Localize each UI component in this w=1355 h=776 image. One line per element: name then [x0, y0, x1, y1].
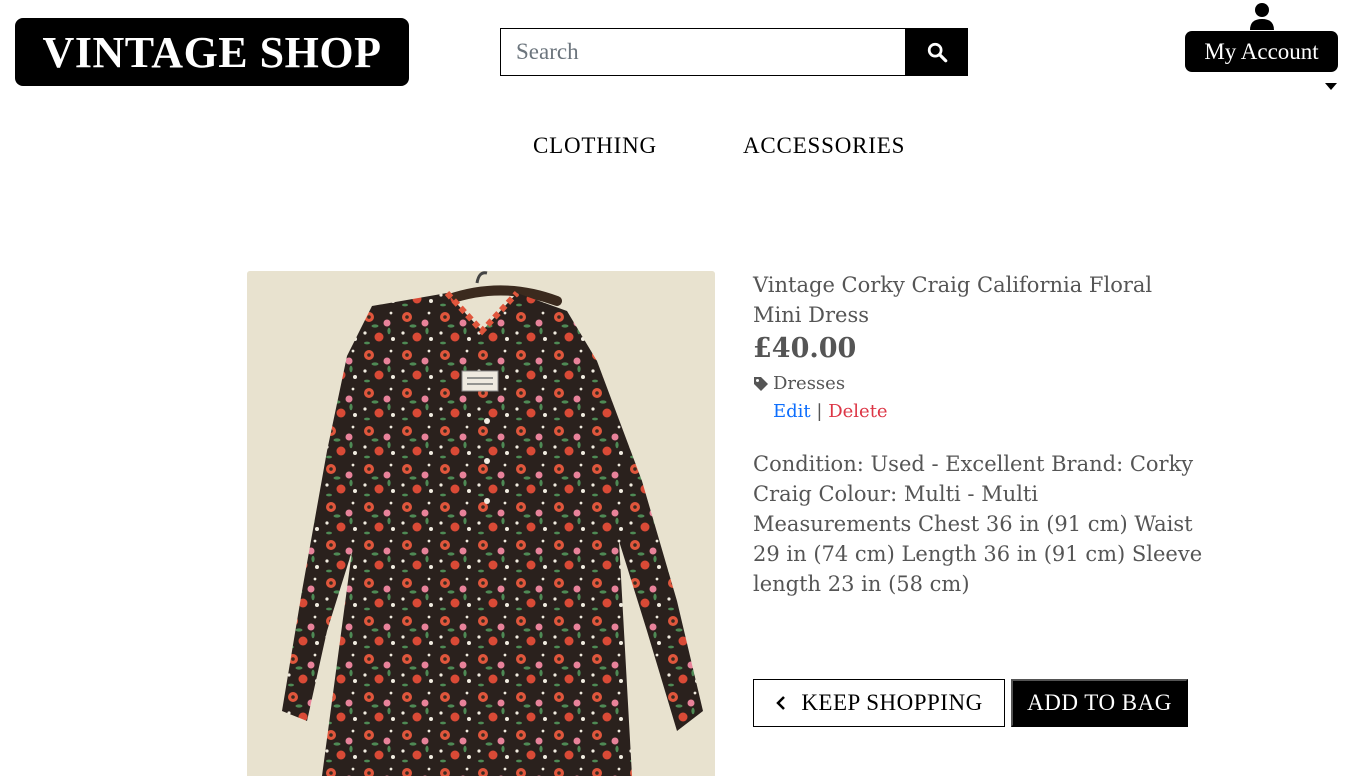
product-description: Condition: Used - Excellent Brand: Corky…	[753, 452, 1203, 596]
tag-icon	[754, 377, 768, 391]
account-menu[interactable]: My Account	[1185, 0, 1338, 100]
site-logo[interactable]: VINTAGE SHOP	[15, 18, 409, 86]
nav-accessories[interactable]: ACCESSORIES	[743, 133, 905, 159]
nav-clothing[interactable]: CLOTHING	[533, 133, 657, 159]
add-to-bag-button[interactable]: ADD TO BAG	[1011, 679, 1188, 727]
main-nav: CLOTHING ACCESSORIES	[0, 133, 1355, 163]
product-category[interactable]: Dresses	[753, 372, 1203, 396]
search-icon	[927, 42, 948, 63]
search-input[interactable]	[500, 28, 906, 76]
product-details: Vintage Corky Craig California Floral Mi…	[753, 270, 1203, 599]
my-account-button[interactable]: My Account	[1185, 31, 1338, 72]
dropdown-caret-icon[interactable]	[1325, 83, 1337, 90]
keep-shopping-button[interactable]: KEEP SHOPPING	[753, 679, 1005, 727]
admin-actions: Edit | Delete	[753, 400, 1203, 424]
search-button[interactable]	[906, 28, 968, 76]
product-image	[247, 271, 715, 776]
chevron-left-icon	[776, 696, 786, 710]
search-form	[500, 28, 968, 76]
user-icon	[1250, 3, 1274, 30]
category-label[interactable]: Dresses	[773, 372, 845, 396]
separator: |	[816, 401, 823, 422]
product-price: £40.00	[753, 333, 857, 364]
product-title: Vintage Corky Craig California Floral Mi…	[753, 273, 1153, 327]
keep-shopping-label: KEEP SHOPPING	[801, 690, 983, 715]
edit-link[interactable]: Edit	[773, 401, 811, 422]
delete-link[interactable]: Delete	[828, 401, 887, 422]
